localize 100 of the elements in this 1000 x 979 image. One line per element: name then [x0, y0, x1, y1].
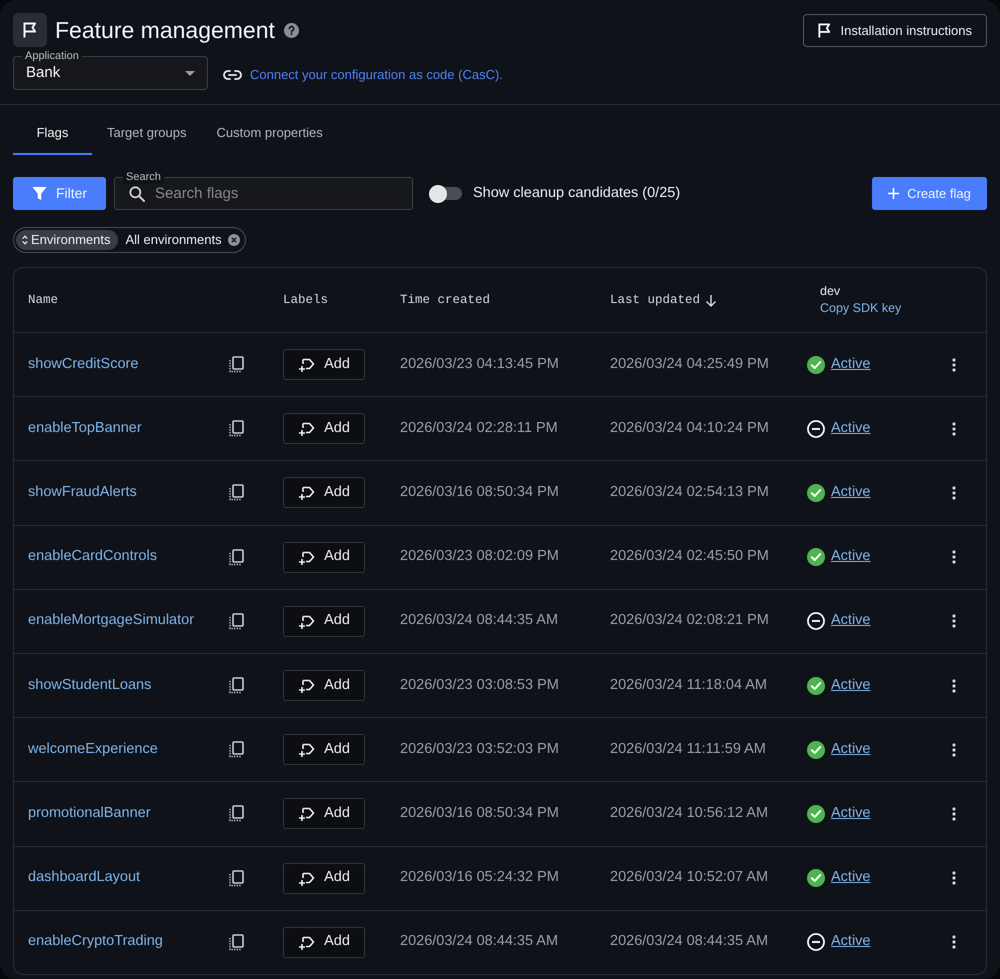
copy-icon[interactable]	[228, 612, 245, 630]
clear-icon[interactable]	[228, 234, 240, 246]
created-time: 2026/03/24 08:44:35 AM	[400, 932, 560, 952]
help-icon[interactable]	[284, 22, 299, 38]
status-link[interactable]: Active	[831, 738, 870, 761]
add-label-button[interactable]: Add	[283, 413, 365, 444]
search-icon	[129, 186, 145, 202]
updated-time: 2026/03/24 10:52:07 AM	[610, 868, 770, 888]
flag-name-link[interactable]: showFraudAlerts	[28, 482, 137, 504]
select-value: Bank	[26, 62, 60, 83]
add-label-button[interactable]: Add	[283, 734, 365, 766]
casc-link[interactable]: Connect your configuration as code (CasC).	[250, 65, 503, 84]
chip-field[interactable]: Environments	[16, 230, 118, 250]
updated-time: 2026/03/24 02:45:50 PM	[610, 547, 770, 566]
copy-icon[interactable]	[228, 420, 245, 438]
updated-time: 2026/03/24 02:08:21 PM	[610, 611, 770, 630]
status-link[interactable]: Active	[831, 931, 870, 954]
tag-plus-icon	[298, 805, 316, 822]
flag-name-link[interactable]: enableMortgageSimulator	[28, 610, 194, 632]
status-link[interactable]: Active	[831, 482, 870, 504]
add-label-button[interactable]: Add	[283, 477, 365, 508]
kebab-icon	[952, 422, 956, 436]
installation-button[interactable]: Installation instructions	[803, 14, 987, 47]
add-label-button[interactable]: Add	[283, 862, 365, 894]
tag-plus-icon	[298, 356, 316, 374]
tag-plus-icon	[298, 934, 316, 951]
tab[interactable]: Custom properties	[202, 113, 338, 155]
created-time: 2026/03/16 08:50:34 PM	[400, 483, 560, 502]
created-time: 2026/03/16 05:24:32 PM	[400, 868, 560, 888]
flag-name-link[interactable]: promotionalBanner	[28, 803, 151, 825]
cleanup-toggle[interactable]	[429, 184, 462, 202]
tag-plus-icon	[298, 484, 316, 502]
add-label-button[interactable]: Add	[283, 349, 365, 380]
flag-name-link[interactable]: enableCardControls	[28, 546, 157, 568]
status-link[interactable]: Active	[831, 674, 870, 696]
copy-sdk-key-link[interactable]: Copy SDK key	[820, 300, 972, 317]
status-link[interactable]: Active	[831, 867, 870, 889]
chip-field-label: Environments	[31, 231, 110, 250]
created-time: 2026/03/23 03:08:53 PM	[400, 676, 560, 695]
kebab-icon	[952, 358, 956, 372]
add-label-button[interactable]: Add	[283, 542, 365, 573]
flag-icon	[818, 23, 832, 38]
funnel-icon	[32, 186, 47, 201]
kebab-icon	[952, 806, 956, 821]
created-time: 2026/03/23 03:52:03 PM	[400, 740, 560, 759]
up-down-icon	[22, 235, 28, 245]
created-time: 2026/03/23 08:02:09 PM	[400, 547, 560, 566]
link-icon	[223, 70, 242, 80]
tag-plus-icon	[298, 548, 316, 566]
add-label-button[interactable]: Add	[283, 798, 365, 830]
copy-icon[interactable]	[228, 484, 245, 502]
column-header[interactable]: Last updated	[610, 290, 700, 310]
kebab-icon	[952, 935, 956, 950]
sort-arrow-icon[interactable]	[705, 294, 718, 306]
flag-name-link[interactable]: welcomeExperience	[28, 738, 158, 761]
tag-plus-icon	[298, 420, 316, 438]
copy-icon[interactable]	[228, 934, 245, 951]
created-time: 2026/03/16 08:50:34 PM	[400, 804, 560, 824]
status-link[interactable]: Active	[831, 610, 870, 632]
tag-plus-icon	[298, 677, 316, 694]
caret-down-icon	[185, 70, 195, 76]
add-label-button[interactable]: Add	[283, 926, 365, 958]
column-header[interactable]: Labels	[283, 290, 328, 310]
flag-name-link[interactable]: enableCryptoTrading	[28, 931, 163, 954]
status-link[interactable]: Active	[831, 803, 870, 825]
copy-icon[interactable]	[228, 870, 245, 887]
flag-name-link[interactable]: enableTopBanner	[28, 418, 142, 440]
search-label: Search	[123, 170, 164, 184]
tab[interactable]: Flags	[13, 113, 92, 155]
application-select[interactable]: Application Bank	[13, 49, 208, 90]
updated-time: 2026/03/24 10:56:12 AM	[610, 804, 770, 824]
select-label: Application	[24, 49, 80, 63]
tab[interactable]: Target groups	[92, 113, 202, 155]
chip-value: All environments	[125, 231, 222, 250]
updated-time: 2026/03/24 04:25:49 PM	[610, 354, 770, 374]
copy-icon[interactable]	[228, 805, 245, 822]
column-header[interactable]: Time created	[400, 290, 490, 310]
copy-icon[interactable]	[228, 356, 245, 374]
environment-name: dev	[820, 283, 842, 300]
filter-chip[interactable]: Environments All environments	[13, 227, 246, 253]
updated-time: 2026/03/24 04:10:24 PM	[610, 418, 770, 438]
status-link[interactable]: Active	[831, 546, 870, 568]
kebab-icon	[952, 871, 956, 886]
copy-icon[interactable]	[228, 741, 245, 758]
updated-time: 2026/03/24 02:54:13 PM	[610, 483, 770, 502]
column-header[interactable]: Name	[28, 290, 58, 310]
updated-time: 2026/03/24 11:18:04 AM	[610, 676, 768, 695]
flag-name-link[interactable]: showStudentLoans	[28, 674, 152, 696]
kebab-icon	[952, 486, 956, 500]
flag-name-link[interactable]: showCreditScore	[28, 354, 138, 376]
status-link[interactable]: Active	[831, 418, 870, 440]
kebab-icon	[952, 678, 956, 693]
add-label-button[interactable]: Add	[283, 606, 365, 637]
flag-icon	[22, 22, 38, 38]
add-label-button[interactable]: Add	[283, 670, 365, 702]
flag-name-link[interactable]: dashboardLayout	[28, 867, 140, 889]
copy-icon[interactable]	[228, 677, 245, 694]
copy-icon[interactable]	[228, 548, 245, 566]
status-link[interactable]: Active	[831, 354, 870, 376]
toggle-label: Show cleanup candidates (0/25)	[473, 184, 680, 203]
